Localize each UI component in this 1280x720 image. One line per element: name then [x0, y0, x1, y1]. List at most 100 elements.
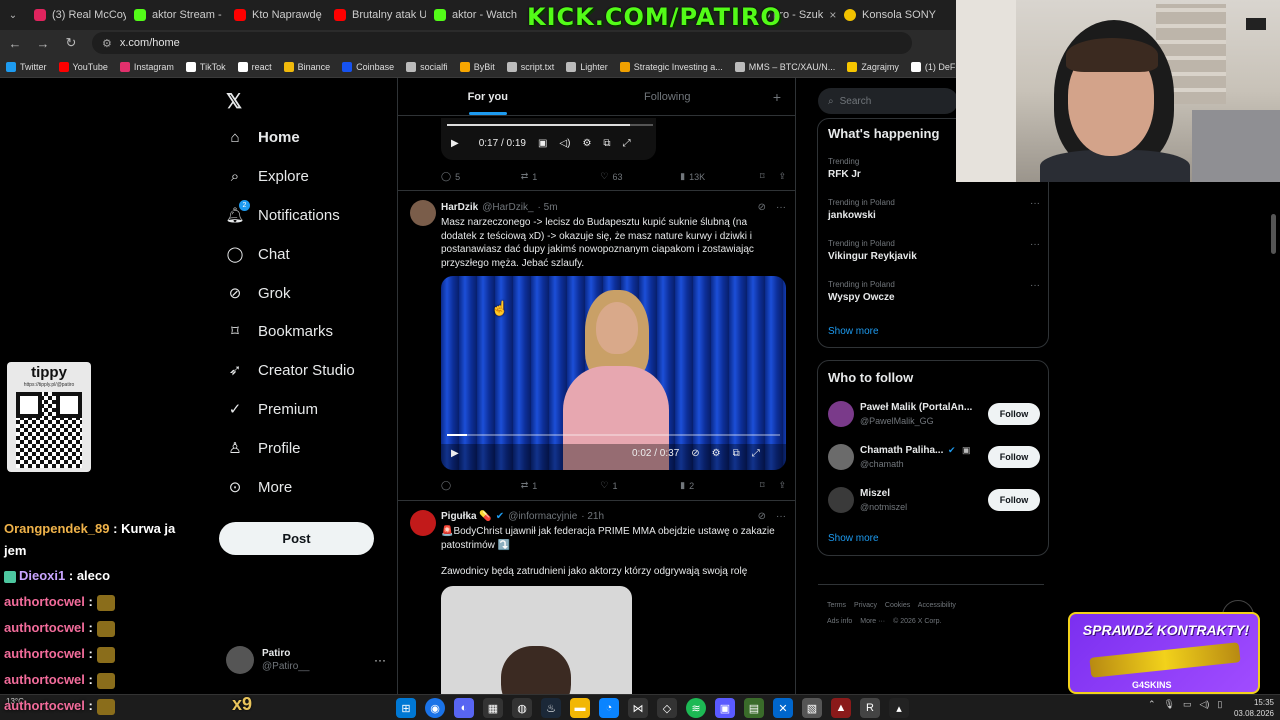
- mute-icon[interactable]: ⊘: [691, 448, 699, 459]
- bookmark-item[interactable]: MMS – BTC/XAU/N...: [729, 61, 842, 72]
- bookmark-icon[interactable]: ⌑: [760, 480, 765, 491]
- app-icon[interactable]: ✕: [773, 698, 793, 718]
- bookmark-item[interactable]: Instagram: [114, 61, 180, 72]
- bookmark-item[interactable]: socialfi: [400, 61, 454, 72]
- close-icon[interactable]: ×: [829, 8, 836, 22]
- show-more-link[interactable]: Show more: [828, 533, 879, 544]
- app-icon[interactable]: R: [860, 698, 880, 718]
- reload-icon[interactable]: ↻: [64, 35, 78, 51]
- chevron-up-icon[interactable]: ⌃: [1148, 699, 1156, 710]
- follow-button[interactable]: Follow: [988, 403, 1040, 425]
- bookmark-item[interactable]: Lighter: [560, 61, 614, 72]
- bookmark-icon[interactable]: ⌑: [760, 171, 765, 182]
- app-icon[interactable]: ▣: [715, 698, 735, 718]
- nav-chat[interactable]: ◯ Chat: [226, 245, 290, 264]
- share-icon[interactable]: ⇪: [778, 480, 786, 491]
- more-dots-icon[interactable]: ···: [776, 202, 786, 213]
- video-player[interactable]: ▶ 0:17 / 0:19 ▣ ◁) ⚙ ⧉ ⤢: [441, 118, 656, 160]
- app-icon[interactable]: ▧: [802, 698, 822, 718]
- site-info-icon[interactable]: ⚙: [102, 37, 112, 50]
- bookmark-item[interactable]: Twitter: [0, 61, 53, 72]
- steam-icon[interactable]: ♨: [541, 698, 561, 718]
- nav-grok[interactable]: ⊘ Grok: [226, 284, 291, 303]
- footer-link[interactable]: More ···: [860, 618, 885, 625]
- back-icon[interactable]: ←: [8, 36, 22, 51]
- network-icon[interactable]: ▭: [1183, 699, 1192, 710]
- bookmark-item[interactable]: YouTube: [53, 61, 114, 72]
- mic-icon[interactable]: 🎙︎: [1164, 699, 1175, 710]
- grok-icon[interactable]: ⊘: [758, 202, 766, 213]
- settings-icon[interactable]: ⚙: [712, 448, 721, 459]
- play-icon[interactable]: ▶: [451, 448, 459, 459]
- nav-profile[interactable]: ♙ Profile: [226, 439, 300, 458]
- reply-button[interactable]: ◯: [441, 480, 521, 491]
- browser-tab[interactable]: aktor - Watch: [426, 0, 526, 30]
- pip-icon[interactable]: ⧉: [733, 448, 740, 459]
- more-dots-icon[interactable]: ···: [1030, 280, 1040, 291]
- nav-premium[interactable]: ✓ Premium: [226, 400, 318, 419]
- bookmark-item[interactable]: Zagrajmy: [841, 61, 905, 72]
- tweet-time[interactable]: · 21h: [581, 511, 604, 522]
- url-input[interactable]: ⚙ x.com/home: [92, 32, 912, 54]
- captions-icon[interactable]: ▣: [538, 138, 547, 149]
- forward-icon[interactable]: →: [36, 36, 50, 51]
- follow-suggestion[interactable]: Chamath Paliha... ✔ ▣ @chamath Follow: [828, 444, 1040, 474]
- bookmark-item[interactable]: script.txt: [501, 61, 561, 72]
- bookmark-item[interactable]: react: [232, 61, 278, 72]
- folder-icon[interactable]: ▬: [570, 698, 590, 718]
- fullscreen-icon[interactable]: ⤢: [752, 448, 760, 459]
- author-handle[interactable]: @informacyjnie: [508, 511, 577, 522]
- author-name[interactable]: Pigułka 💊: [441, 511, 492, 522]
- nav-bookmarks[interactable]: ⌑ Bookmarks: [226, 322, 333, 341]
- views-button[interactable]: ▮ 13K: [680, 171, 760, 182]
- bookmark-item[interactable]: Strategic Investing a...: [614, 61, 729, 72]
- fullscreen-icon[interactable]: ⤢: [623, 138, 631, 149]
- volume-icon[interactable]: ◁): [559, 138, 570, 149]
- footer-link[interactable]: Privacy: [854, 602, 877, 609]
- app-icon[interactable]: ⋈: [628, 698, 648, 718]
- follow-suggestion[interactable]: Paweł Malik (PortalAn... @PawelMalik_GG …: [828, 401, 1040, 431]
- bookmark-item[interactable]: TikTok: [180, 61, 232, 72]
- browser-tab[interactable]: Kto Naprawdę×: [226, 0, 326, 30]
- browser-tab[interactable]: (3) Real McCoy×: [26, 0, 126, 30]
- video-progress[interactable]: [447, 124, 653, 126]
- app-icon[interactable]: ◇: [657, 698, 677, 718]
- chrome-icon[interactable]: ◉: [425, 698, 445, 718]
- nav-more[interactable]: ⊙ More: [226, 478, 292, 497]
- like-button[interactable]: ♡ 1: [600, 480, 680, 491]
- tab-following[interactable]: Following: [578, 78, 758, 115]
- obs-icon[interactable]: ◍: [512, 698, 532, 718]
- nav-creator-studio[interactable]: ➶ Creator Studio: [226, 361, 355, 380]
- views-button[interactable]: ▮ 2: [680, 480, 760, 491]
- x-logo-icon[interactable]: 𝕏: [226, 89, 242, 114]
- follow-suggestion[interactable]: Miszel @notmiszel Follow: [828, 487, 1040, 517]
- post-button[interactable]: Post: [219, 522, 374, 555]
- browser-tab[interactable]: Konsola SONY×: [836, 0, 936, 30]
- author-name[interactable]: HarDzik: [441, 202, 478, 213]
- pip-icon[interactable]: ⧉: [603, 138, 610, 149]
- bookmark-item[interactable]: ByBit: [454, 61, 501, 72]
- reply-button[interactable]: ◯ 5: [441, 171, 521, 182]
- nav-notifications[interactable]: 🔔︎ 2 Notifications: [225, 200, 340, 224]
- video-progress[interactable]: [447, 434, 780, 436]
- volume-icon[interactable]: ◁): [1200, 699, 1210, 710]
- footer-link[interactable]: Cookies: [885, 602, 910, 609]
- tweet-time[interactable]: · 5m: [538, 202, 558, 213]
- bookmark-item[interactable]: Coinbase: [336, 61, 400, 72]
- tab-for-you[interactable]: For you: [398, 78, 578, 115]
- share-icon[interactable]: ⇪: [778, 171, 786, 182]
- footer-link[interactable]: Ads info: [827, 618, 852, 625]
- show-more-link[interactable]: Show more: [828, 326, 879, 337]
- app-icon[interactable]: ▴: [889, 698, 909, 718]
- more-dots-icon[interactable]: ···: [374, 653, 386, 667]
- follow-button[interactable]: Follow: [988, 489, 1040, 511]
- page-scrollbar[interactable]: [1271, 214, 1276, 254]
- clock[interactable]: 15:35 03.08.2026: [1228, 697, 1274, 719]
- browser-tab[interactable]: aktor Stream -×: [126, 0, 226, 30]
- spotify-icon[interactable]: ≋: [686, 698, 706, 718]
- trend-item[interactable]: Trending in Poland Vikingur Reykjavik ···: [828, 239, 1040, 262]
- bookmark-item[interactable]: Binance: [278, 61, 337, 72]
- settings-icon[interactable]: ⚙: [582, 138, 591, 149]
- video-player[interactable]: [441, 586, 632, 694]
- more-dots-icon[interactable]: ···: [776, 511, 786, 522]
